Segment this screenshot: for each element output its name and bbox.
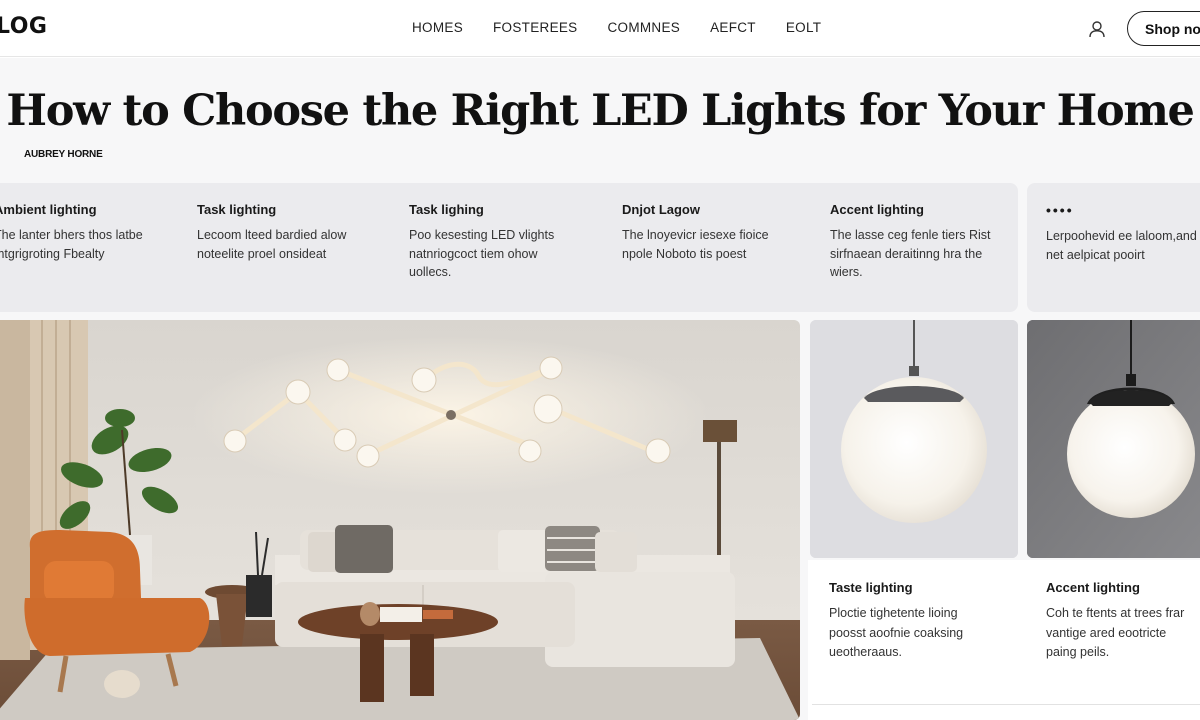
product-title: Accent lighting — [1046, 580, 1140, 595]
main-nav: HOMES FOSTEREES COMMNES AEFCT EOLT — [412, 20, 851, 35]
category-card[interactable]: Ambient lighting The lanter bhers thos l… — [0, 202, 194, 263]
page-title: How to Choose the Right LED Lights for Y… — [6, 86, 1194, 136]
category-card[interactable]: Dnjot Lagow The lnoyevicr iesexe fioice … — [622, 202, 822, 263]
category-title: Task lighing — [409, 202, 484, 217]
nav-link-eolt[interactable]: EOLT — [786, 20, 821, 35]
category-description: Lecoom lteed bardied alow noteelite proe… — [197, 228, 347, 261]
category-description: The lanter bhers thos latbe mtgrigroting… — [0, 228, 143, 261]
nav-link-homes[interactable]: HOMES — [412, 20, 463, 35]
category-description: Lerpoohevid ee laloom,and net aelpicat p… — [1046, 229, 1197, 262]
user-icon[interactable] — [1088, 20, 1106, 38]
product-description: Ploctie tighetente lioing poosst aoofnie… — [829, 606, 964, 659]
category-description: The lasse ceg fenle tiers Rist sirfnaean… — [830, 228, 991, 279]
author-name[interactable]: AUBREY HORNE — [24, 149, 103, 160]
category-card[interactable]: Task lighing Poo kesesting LED vlights n… — [409, 202, 609, 282]
hero-image-living-room — [0, 320, 800, 720]
product-title: Taste lighting — [829, 580, 913, 595]
category-title: Ambient lighting — [0, 202, 97, 217]
shop-now-button[interactable]: Shop now — [1127, 11, 1200, 46]
product-card-info[interactable]: Accent lighting Coh te ftents at trees f… — [1046, 580, 1200, 663]
product-image-pendant-light[interactable] — [810, 320, 1018, 558]
category-title: Accent lighting — [830, 202, 924, 217]
product-image-pendant-light-dark[interactable] — [1027, 320, 1200, 558]
category-title: Dnjot Lagow — [622, 202, 700, 217]
nav-link-aefct[interactable]: AEFCT — [710, 20, 756, 35]
product-description: Coh te ftents at trees frar vantige ared… — [1046, 606, 1185, 659]
site-logo[interactable]: LOG — [0, 14, 48, 39]
category-card[interactable]: Accent lighting The lasse ceg fenle tier… — [830, 202, 1030, 282]
more-dots-icon: •••• — [1046, 202, 1074, 218]
category-description: Poo kesesting LED vlights natnriogcoct t… — [409, 228, 555, 279]
category-description: The lnoyevicr iesexe fioice npole Noboto… — [622, 228, 769, 261]
nav-link-fosterees[interactable]: FOSTEREES — [493, 20, 577, 35]
category-card[interactable]: •••• Lerpoohevid ee laloom,and net aelpi… — [1046, 202, 1200, 264]
divider — [812, 704, 1200, 705]
product-card-info[interactable]: Taste lighting Ploctie tighetente lioing… — [829, 580, 1029, 663]
category-card[interactable]: Task lighting Lecoom lteed bardied alow … — [197, 202, 397, 263]
nav-link-commnes[interactable]: COMMNES — [607, 20, 680, 35]
site-header: LOG HOMES FOSTEREES COMMNES AEFCT EOLT S… — [0, 0, 1200, 57]
category-title: Task lighting — [197, 202, 277, 217]
